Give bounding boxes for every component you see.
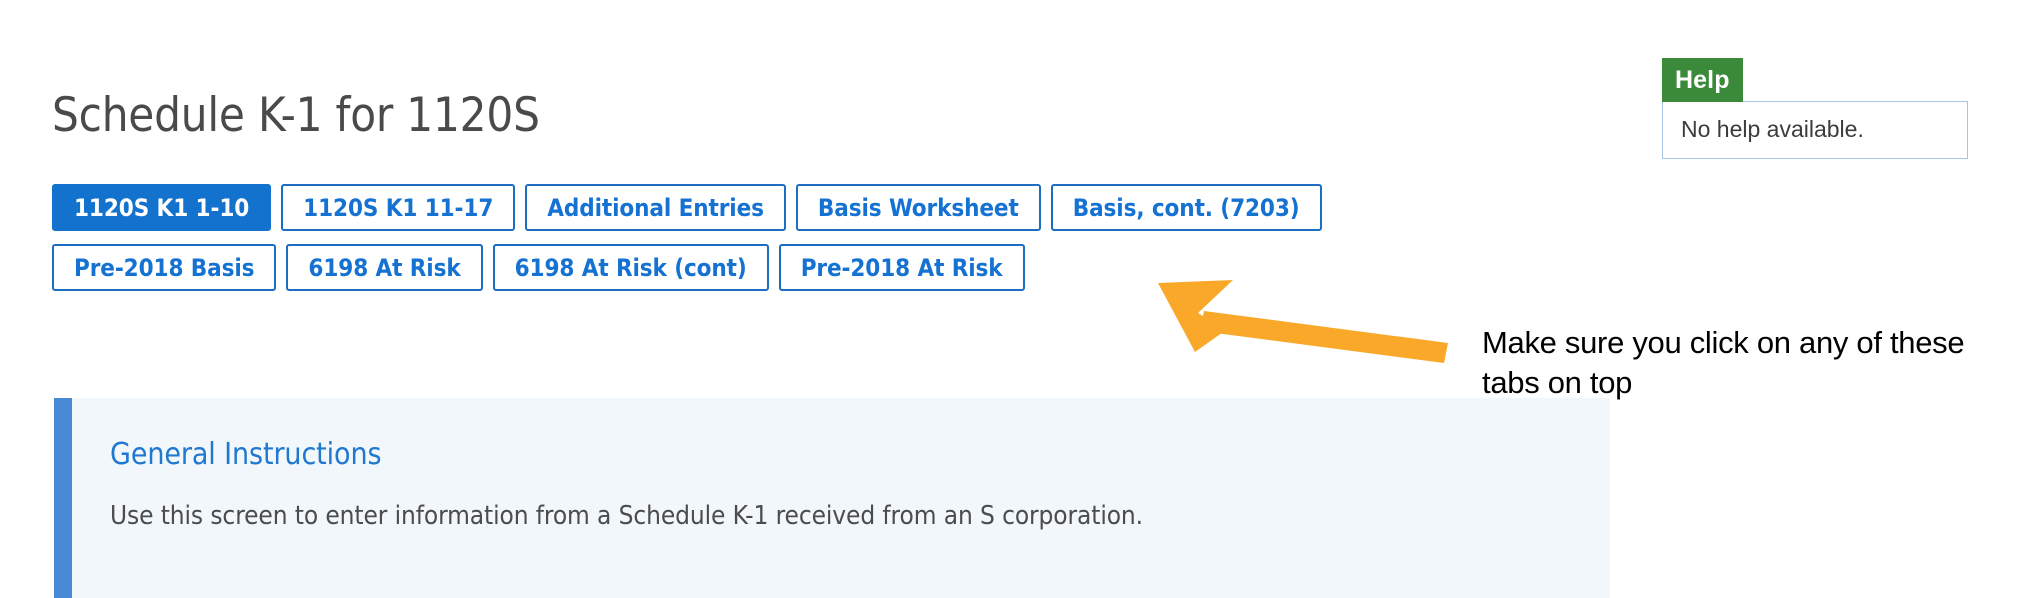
tab-row-2: Pre-2018 Basis 6198 At Risk 6198 At Risk… — [52, 244, 1502, 291]
annotation-text: Make sure you click on any of these tabs… — [1482, 325, 1965, 400]
tab-bar: 1120S K1 1-10 1120S K1 11-17 Additional … — [52, 184, 1502, 304]
instructions-heading: General Instructions — [110, 437, 382, 472]
tab-basis-worksheet[interactable]: Basis Worksheet — [795, 184, 1041, 231]
help-tab-label[interactable]: Help — [1662, 58, 1743, 102]
instructions-content: General Instructions Use this screen to … — [72, 398, 1610, 598]
tab-6198-at-risk-cont[interactable]: 6198 At Risk (cont) — [492, 244, 769, 291]
tab-pre-2018-basis[interactable]: Pre-2018 Basis — [52, 244, 277, 291]
instructions-body-text: Use this screen to enter information fro… — [110, 501, 1143, 531]
page-title: Schedule K-1 for 1120S — [52, 88, 540, 143]
help-panel: Help No help available. — [1662, 58, 1968, 160]
tab-row-1: 1120S K1 1-10 1120S K1 11-17 Additional … — [52, 184, 1502, 231]
tab-pre-2018-at-risk[interactable]: Pre-2018 At Risk — [778, 244, 1025, 291]
tab-1120s-k1-1-10[interactable]: 1120S K1 1-10 — [52, 184, 272, 231]
tab-6198-at-risk[interactable]: 6198 At Risk — [286, 244, 483, 291]
tab-1120s-k1-11-17[interactable]: 1120S K1 11-17 — [281, 184, 516, 231]
arrow-tail — [1200, 311, 1448, 363]
instructions-panel: General Instructions Use this screen to … — [54, 398, 1610, 598]
tab-basis-cont-7203[interactable]: Basis, cont. (7203) — [1050, 184, 1322, 231]
instructions-accent-bar — [54, 398, 72, 598]
tab-additional-entries[interactable]: Additional Entries — [525, 184, 786, 231]
help-body: No help available. — [1662, 101, 1968, 160]
help-body-text: No help available. — [1681, 116, 1864, 142]
